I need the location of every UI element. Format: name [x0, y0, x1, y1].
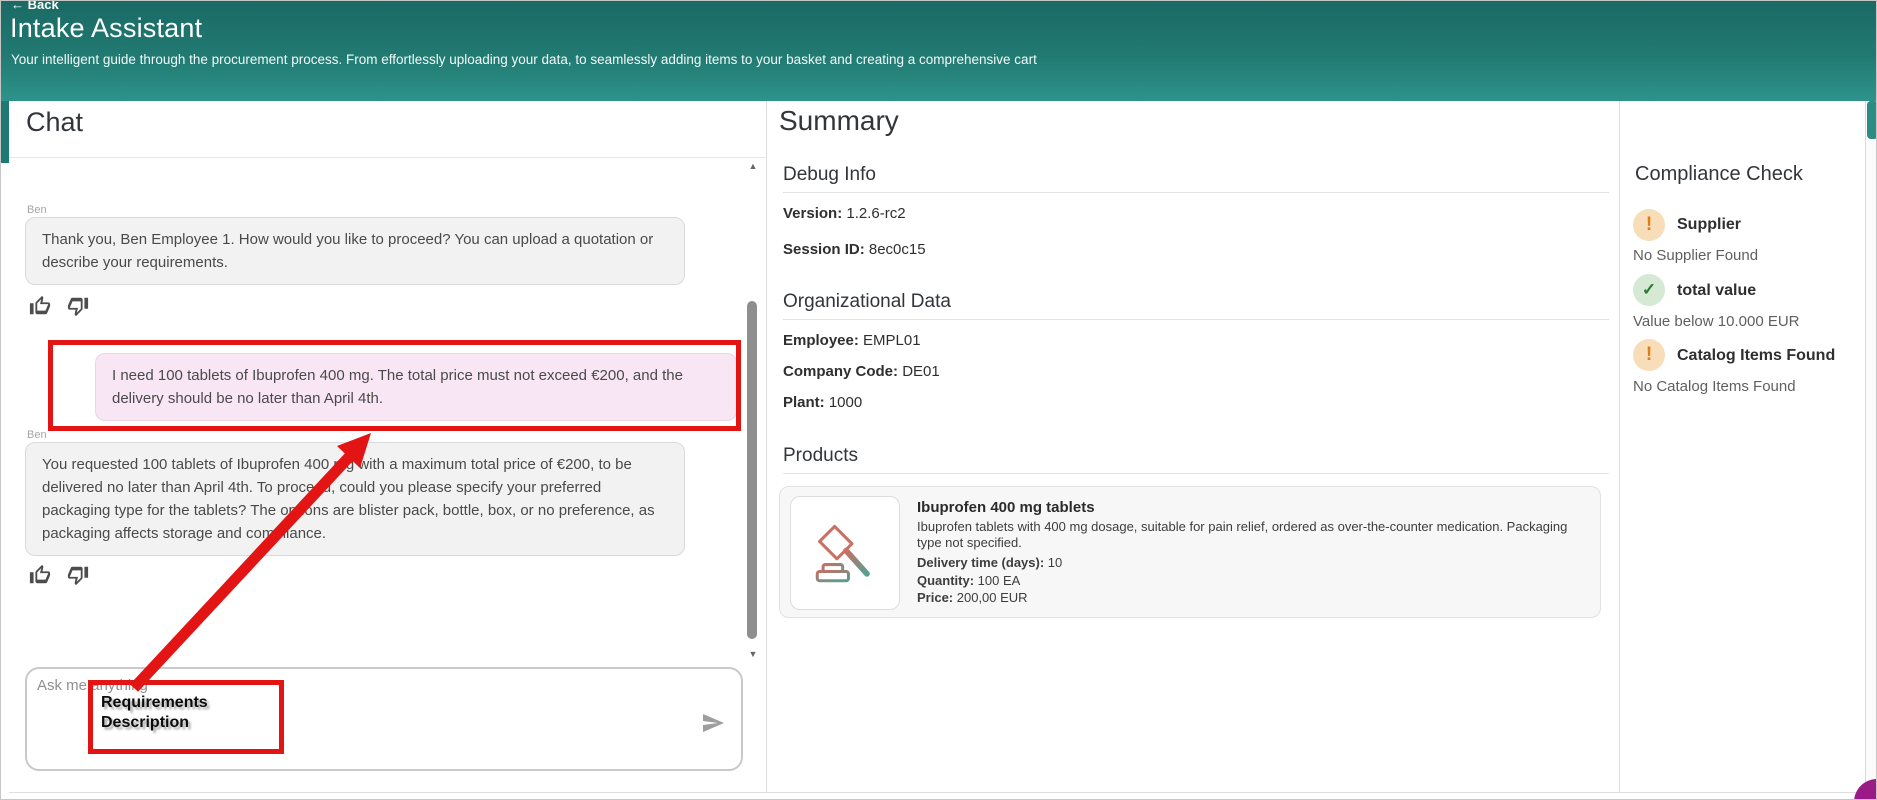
thumbs-up-icon[interactable]: [29, 295, 53, 319]
chat-message-assistant: Thank you, Ben Employee 1. How would you…: [25, 217, 685, 285]
compliance-item-supplier: Supplier: [1677, 216, 1741, 234]
content-bottom-border: [9, 792, 1865, 793]
quantity-value: 100 EA: [974, 573, 1020, 588]
annotation-highlight-box: [48, 340, 741, 431]
compliance-note: No Catalog Items Found: [1633, 378, 1796, 395]
page-scrollbar-thumb[interactable]: [1867, 101, 1877, 139]
employee-value: EMPL01: [863, 332, 921, 349]
page-header: ← Back Intake Assistant Your intelligent…: [1, 1, 1877, 101]
plant-value: 1000: [829, 394, 862, 411]
product-title: Ibuprofen 400 mg tablets: [917, 499, 1593, 516]
session-row: Session ID: 8ec0c15: [783, 241, 926, 258]
send-icon[interactable]: [701, 711, 727, 737]
page-subtitle: Your intelligent guide through the procu…: [11, 52, 1037, 67]
product-card: Ibuprofen 400 mg tablets Ibuprofen table…: [779, 486, 1601, 618]
compliance-item-catalog: Catalog Items Found: [1677, 347, 1835, 365]
chat-scrollbar[interactable]: [747, 301, 757, 639]
scroll-up-arrow-icon[interactable]: ▲: [746, 159, 760, 173]
debug-info-heading: Debug Info: [783, 164, 876, 186]
intake-assistant-app: ← Back Intake Assistant Your intelligent…: [0, 0, 1877, 800]
divider: [783, 192, 1609, 193]
divider: [783, 473, 1609, 474]
feedback-buttons: [29, 295, 91, 319]
scroll-down-arrow-icon[interactable]: ▼: [746, 647, 760, 661]
message-sender-label: Ben: [27, 429, 47, 441]
version-value: 1.2.6-rc2: [846, 205, 905, 222]
version-row: Version: 1.2.6-rc2: [783, 205, 906, 222]
thumbs-down-icon[interactable]: [67, 295, 91, 319]
quantity-label: Quantity:: [917, 573, 974, 588]
chat-header: Chat: [9, 101, 766, 158]
delivery-label: Delivery time (days):: [917, 555, 1044, 570]
product-delivery-row: Delivery time (days): 10: [917, 554, 1593, 572]
compliance-divider: [1619, 101, 1620, 792]
chat-message-assistant: You requested 100 tablets of Ibuprofen 4…: [25, 442, 685, 556]
version-label: Version:: [783, 205, 842, 222]
company-code-label: Company Code:: [783, 363, 898, 380]
product-price-row: Price: 200,00 EUR: [917, 589, 1593, 607]
compliance-note: Value below 10.000 EUR: [1633, 313, 1800, 330]
warning-icon: !: [1633, 339, 1665, 371]
product-quantity-row: Quantity: 100 EA: [917, 572, 1593, 590]
session-value: 8ec0c15: [869, 241, 926, 258]
compliance-item-total-value: total value: [1677, 282, 1756, 300]
page-scrollbar-track[interactable]: [1865, 101, 1877, 800]
thumbs-down-icon[interactable]: [67, 564, 91, 588]
chat-title: Chat: [26, 107, 83, 138]
message-sender-label: Ben: [27, 204, 47, 216]
company-code-row: Company Code: DE01: [783, 363, 940, 380]
annotation-note-text: Requirements Description: [101, 693, 235, 733]
thumbs-up-icon[interactable]: [29, 564, 53, 588]
check-icon: ✓: [1633, 274, 1665, 306]
plant-row: Plant: 1000: [783, 394, 862, 411]
feedback-buttons: [29, 564, 91, 588]
price-value: 200,00 EUR: [953, 590, 1027, 605]
gavel-icon: [808, 516, 882, 590]
compliance-note: No Supplier Found: [1633, 247, 1758, 264]
product-details: Ibuprofen 400 mg tablets Ibuprofen table…: [917, 499, 1593, 607]
products-heading: Products: [783, 445, 858, 467]
product-description: Ibuprofen tablets with 400 mg dosage, su…: [917, 519, 1593, 551]
chat-accent-bar: [1, 101, 9, 163]
warning-icon: !: [1633, 209, 1665, 241]
org-data-heading: Organizational Data: [783, 291, 951, 313]
delivery-value: 10: [1044, 555, 1062, 570]
chat-fab-button[interactable]: [1854, 779, 1877, 800]
back-label: Back: [28, 0, 59, 12]
plant-label: Plant:: [783, 394, 825, 411]
session-label: Session ID:: [783, 241, 865, 258]
back-button[interactable]: ← Back: [11, 0, 59, 12]
page-title: Intake Assistant: [10, 13, 202, 44]
divider: [783, 319, 1609, 320]
employee-row: Employee: EMPL01: [783, 332, 921, 349]
compliance-title: Compliance Check: [1635, 163, 1803, 186]
price-label: Price:: [917, 590, 953, 605]
summary-title: Summary: [779, 105, 899, 137]
product-image: [790, 496, 900, 610]
employee-label: Employee:: [783, 332, 859, 349]
company-code-value: DE01: [902, 363, 940, 380]
